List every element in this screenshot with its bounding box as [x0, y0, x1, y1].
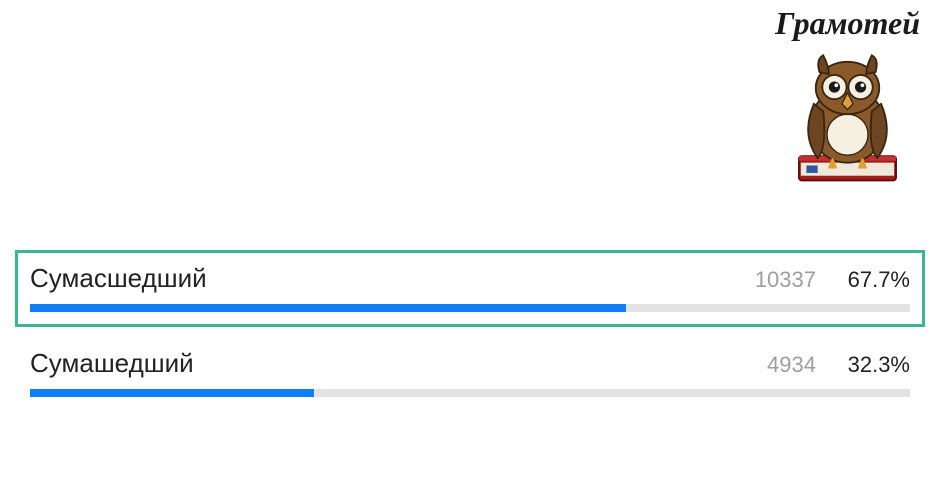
poll-options: Сумасшедший 10337 67.7% Сумашедший 4934 … [15, 250, 925, 420]
option-label: Сумасшедший [30, 263, 207, 294]
option-percent: 32.3% [840, 352, 910, 378]
option-stats: 10337 67.7% [755, 267, 910, 293]
option-header: Сумасшедший 10337 67.7% [30, 263, 910, 294]
option-header: Сумашедший 4934 32.3% [30, 348, 910, 379]
option-label: Сумашедший [30, 348, 194, 379]
app-title: Грамотей [775, 5, 920, 42]
progress-fill [30, 389, 314, 397]
option-percent: 67.7% [840, 267, 910, 293]
option-count: 4934 [767, 352, 816, 378]
option-count: 10337 [755, 267, 816, 293]
progress-fill [30, 304, 626, 312]
app-logo: Грамотей [775, 5, 920, 186]
owl-on-book-icon [790, 46, 905, 186]
poll-option[interactable]: Сумасшедший 10337 67.7% [15, 250, 925, 327]
poll-option[interactable]: Сумашедший 4934 32.3% [15, 335, 925, 412]
option-stats: 4934 32.3% [767, 352, 910, 378]
progress-track [30, 389, 910, 397]
progress-track [30, 304, 910, 312]
